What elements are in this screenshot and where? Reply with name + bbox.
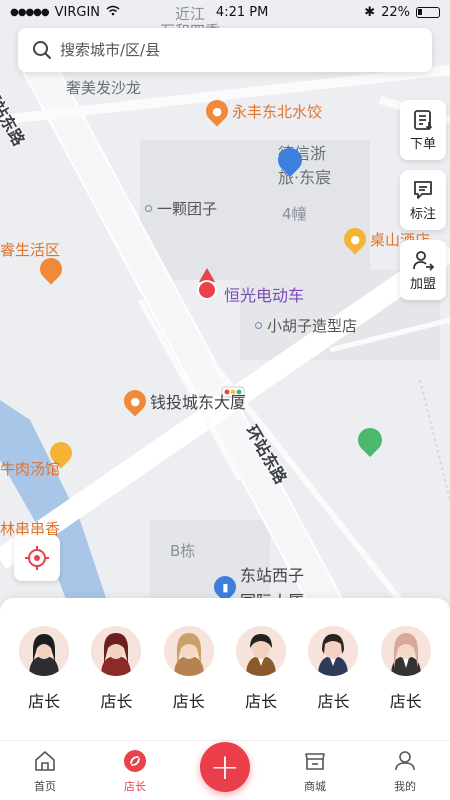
carrier-label: VIRGIN: [54, 4, 101, 20]
tab-bar: 首页 店长 + 商城 我的: [0, 740, 450, 800]
poi-current[interactable]: 恒光电动车: [224, 282, 304, 306]
manager-label: 店长: [389, 692, 422, 711]
manager-card[interactable]: 店长: [298, 626, 368, 740]
poi-qiantou[interactable]: ● 钱投城东大厦: [119, 385, 247, 417]
manager-panel: 店长 店长 店长 店长 店长 店长: [0, 598, 450, 740]
hotel-pin-icon: ●: [339, 223, 371, 255]
manager-card[interactable]: 店长: [371, 626, 441, 740]
tab-shop[interactable]: 商城: [280, 748, 350, 794]
avatar: [308, 626, 359, 676]
tab-home[interactable]: 首页: [10, 748, 80, 794]
search-bar[interactable]: [18, 28, 432, 72]
poi-current-label: 恒光电动车: [224, 286, 305, 305]
annotate-button[interactable]: 标注: [400, 170, 446, 230]
bluetooth-icon: ✱: [364, 4, 376, 20]
poi-sofa-label: 奢美发沙龙: [66, 79, 142, 97]
poi-building4: 4幢: [282, 205, 307, 223]
manager-card[interactable]: 店长: [81, 626, 151, 740]
poi-beef[interactable]: 牛肉汤馆: [0, 458, 60, 479]
add-icon: +: [200, 742, 250, 792]
manager-card[interactable]: 店长: [154, 626, 224, 740]
avatar: [236, 626, 287, 676]
avatar: [380, 626, 431, 676]
profile-icon: [392, 748, 418, 774]
order-icon: [414, 109, 433, 130]
avatar: [19, 626, 70, 676]
home-icon: [32, 748, 58, 774]
poi-dumpling-label: 永丰东北水饺: [232, 102, 323, 121]
manager-label: 店长: [28, 692, 61, 711]
manager-label: 店长: [317, 692, 350, 711]
tab-home-label: 首页: [34, 780, 56, 793]
poi-dumpling[interactable]: ● 永丰东北水饺: [201, 95, 323, 127]
manager-label: 店长: [245, 692, 278, 711]
poi-hair-label: 小胡子造型店: [267, 317, 358, 335]
avatar: [91, 626, 142, 676]
annotate-button-label: 标注: [409, 206, 436, 222]
poi-sofa[interactable]: 奢美发沙龙: [66, 77, 141, 98]
status-bar: ●●●●● VIRGIN 4:21 PM ✱ 22%: [0, 0, 450, 24]
poi-dongzhan-label: 东站西子: [240, 566, 305, 585]
poi-beef-label: 牛肉汤馆: [0, 460, 61, 478]
poi-tuanzi-label: 一颗团子: [157, 200, 218, 218]
locate-icon: [25, 546, 49, 570]
locate-button[interactable]: [14, 535, 60, 581]
manager-card[interactable]: 店长: [226, 626, 296, 740]
poi-qiantou-label: 钱投城东大厦: [150, 393, 247, 412]
battery-icon: [416, 6, 440, 18]
tab-profile-label: 我的: [394, 780, 416, 793]
annotate-icon: [414, 180, 432, 199]
order-button[interactable]: 下单: [400, 100, 446, 160]
join-button[interactable]: 加盟: [400, 240, 446, 300]
manager-icon: [122, 748, 148, 774]
search-icon: [33, 41, 51, 59]
tab-manager-label: 店长: [124, 780, 146, 793]
tab-manager[interactable]: 店长: [100, 748, 170, 794]
avatar: [163, 626, 214, 676]
manager-label: 店长: [100, 692, 133, 711]
office-pin-icon: ●: [119, 385, 151, 417]
map-view[interactable]: 近江 万和四季 环站东路 环站东路 奢美发沙龙 ● 永丰东北水饺 德信浙 旅·东…: [0, 0, 450, 610]
manager-label: 店长: [172, 692, 205, 711]
join-icon: [413, 250, 434, 271]
tab-add[interactable]: +: [190, 742, 260, 794]
tab-profile[interactable]: 我的: [370, 748, 440, 794]
shop-icon: [302, 748, 328, 774]
tab-shop-label: 商城: [304, 780, 326, 793]
battery-percent: 22%: [381, 4, 410, 20]
manager-card[interactable]: 店长: [9, 626, 79, 740]
order-button-label: 下单: [409, 136, 436, 152]
wifi-icon: [106, 5, 120, 20]
poi-tuanzi[interactable]: 一颗团子: [145, 198, 217, 219]
clock: 4:21 PM: [215, 4, 269, 20]
current-location-marker-icon: [197, 268, 217, 300]
signal-icon: ●●●●●: [10, 6, 50, 18]
join-button-label: 加盟: [409, 276, 436, 292]
restaurant-pin-icon: ●: [201, 95, 233, 127]
search-input[interactable]: [60, 41, 418, 59]
poi-hair[interactable]: 小胡子造型店: [255, 315, 357, 336]
poi-bdong: B栋: [170, 542, 196, 560]
